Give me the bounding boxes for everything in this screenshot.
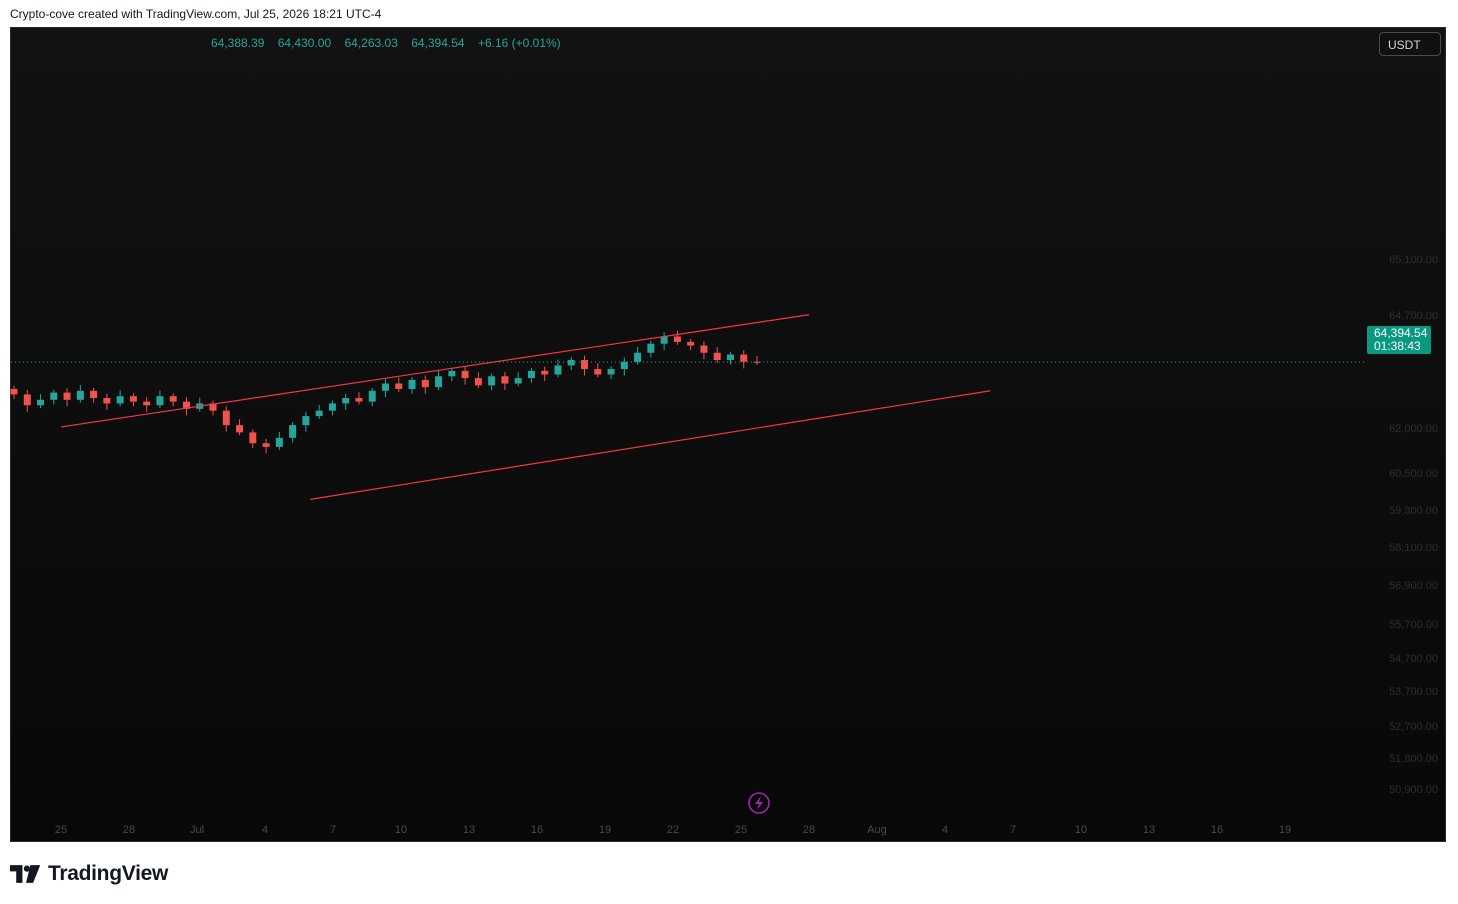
ohlc-open: 64,388.39 [211, 36, 265, 50]
ohlc-close: 64,394.54 [411, 36, 465, 50]
ohlc-readout: 64,388.39 64,430.00 64,263.03 64,394.54 … [211, 36, 571, 50]
ohlc-low: 64,263.03 [344, 36, 398, 50]
bar-countdown: 01:38:43 [1374, 339, 1421, 353]
chart-attribution: Crypto-cove created with TradingView.com… [10, 7, 382, 21]
last-price-badge: 64,394.54 01:38:43 [1367, 326, 1431, 354]
tradingview-logo[interactable]: TradingView [10, 862, 168, 886]
chart-panel[interactable]: 64,388.39 64,430.00 64,263.03 64,394.54 … [10, 27, 1446, 842]
tradingview-logo-icon [10, 865, 41, 883]
tradingview-wordmark: TradingView [48, 862, 169, 885]
ohlc-change: +6.16 (+0.01%) [477, 36, 561, 50]
ohlc-high: 64,430.00 [277, 36, 332, 50]
currency-selector-button[interactable]: USDT [1379, 32, 1441, 56]
